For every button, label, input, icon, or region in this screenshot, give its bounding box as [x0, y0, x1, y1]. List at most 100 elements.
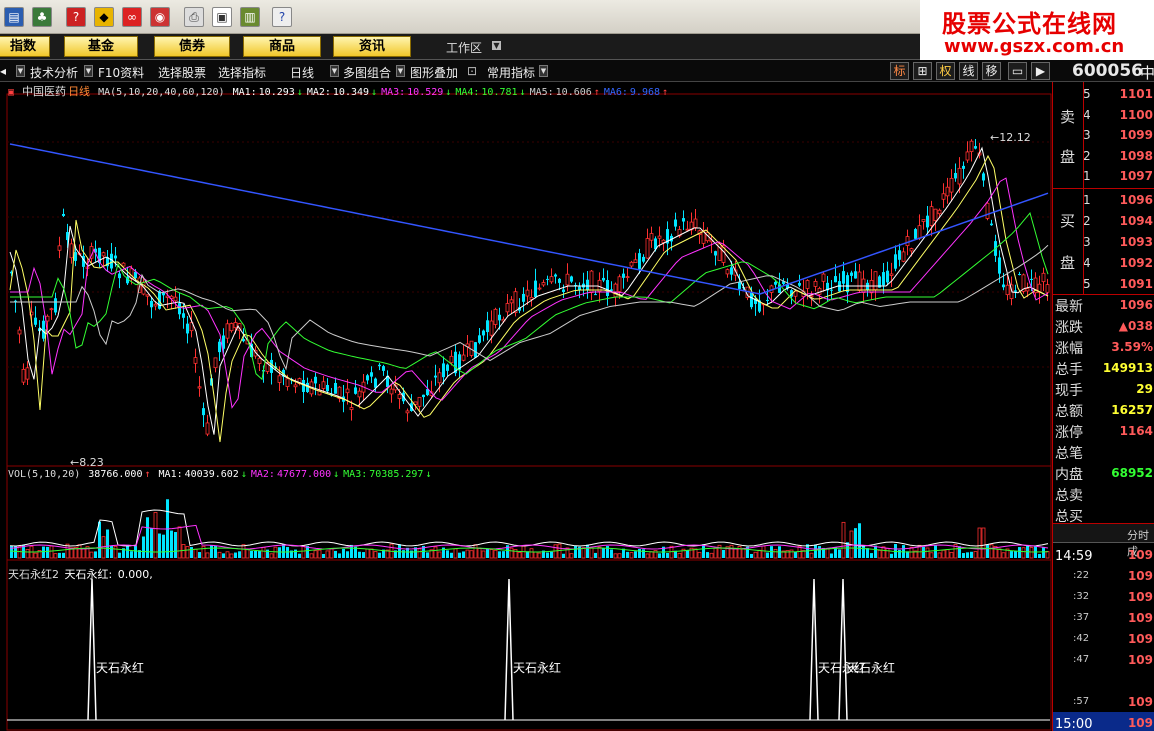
func-daily[interactable]: 日线 [290, 64, 314, 81]
window-icon[interactable]: ▣ [212, 7, 232, 27]
candle-body [509, 299, 514, 304]
candle-body [493, 308, 498, 325]
buy-book-row[interactable]: 5 1091 [1083, 274, 1154, 294]
candle-body [62, 213, 65, 216]
sell-book-row[interactable]: 4 1100 [1083, 105, 1154, 125]
ma-legend-label: MA2: [306, 87, 331, 98]
volume-bar [997, 548, 1002, 559]
sell-book-row[interactable]: 2 1098 [1083, 146, 1154, 166]
candle-body [101, 252, 106, 257]
play-icon[interactable]: ▶ [1031, 62, 1050, 80]
tick-time: :32 [1073, 591, 1090, 602]
buy-book-row[interactable]: 3 1093 [1083, 232, 1154, 252]
volume-bar [286, 547, 289, 558]
alert-icon[interactable]: ? [66, 7, 86, 27]
quote-stat-row: 总手 149913 [1053, 357, 1154, 378]
chart-close-icon[interactable]: ▣ [8, 87, 14, 98]
func-dropdown-icon[interactable]: ▼ [16, 65, 25, 77]
market-icon[interactable]: ▤ [4, 7, 24, 27]
ma-legend-item: MA5: 10.606 ↑ [530, 87, 602, 98]
volume-bar [373, 551, 378, 559]
vol-legend-items: MA1: 40039.602 ↓ MA2: 47677.000 ↓ MA3: 70385.29… [159, 469, 436, 480]
candle-body [225, 323, 230, 339]
menu-fund-button[interactable]: 基金 [64, 36, 138, 57]
sell-book-row[interactable]: 1 1097 [1083, 166, 1154, 186]
func-f10[interactable]: F10资料 [98, 64, 144, 81]
view-mark-button[interactable]: 标 [890, 62, 909, 80]
buy-book-row[interactable]: 2 1094 [1083, 211, 1154, 231]
buy-book-index: 5 [1083, 277, 1091, 291]
func-dropdown-icon[interactable]: ▼ [396, 65, 405, 77]
func-select-indicator[interactable]: 选择指标 [218, 64, 266, 81]
candle-body [277, 375, 282, 383]
menu-commodity-button[interactable]: 商品 [243, 36, 321, 57]
func-dropdown-icon[interactable]: ▼ [84, 65, 93, 77]
chart-tool-icon[interactable]: ♣ [32, 7, 52, 27]
menu-index-button[interactable]: 指数 [0, 36, 50, 57]
candle-body [813, 280, 818, 287]
func-dropdown-icon[interactable]: ▼ [539, 65, 548, 77]
chart-canvas[interactable]: ←12.12←8.23天石永红 天石永红 天石永红天石永红 [0, 82, 1052, 731]
func-multi-chart[interactable]: 多图组合 [343, 64, 391, 81]
candle-body [873, 271, 878, 291]
volume-bar [150, 528, 153, 558]
candle-body [314, 376, 317, 384]
volume-bar [594, 552, 597, 558]
view-line-button[interactable]: 线 [959, 62, 978, 80]
volume-bar [245, 549, 250, 559]
func-prev-icon[interactable]: ◂ [0, 64, 6, 78]
sell-book-row[interactable]: 5 1101 [1083, 84, 1154, 104]
candle-body [417, 396, 422, 407]
link-icon[interactable]: ∞ [122, 7, 142, 27]
banner-url[interactable]: www.gszx.com.cn [944, 36, 1124, 57]
func-dropdown-icon[interactable]: ▼ [330, 65, 339, 77]
volume-bar [325, 550, 330, 559]
menu-info-button[interactable]: 资讯 [333, 36, 411, 57]
buy-book-price: 1094 [1119, 214, 1153, 228]
volume-bar [398, 544, 401, 558]
candle-body [929, 206, 934, 226]
menu-bond-button[interactable]: 债券 [154, 36, 230, 57]
quote-stat-row: 总额 16257 [1053, 399, 1154, 420]
volume-bar [686, 550, 689, 558]
func-tech-analysis[interactable]: 技术分析 [30, 64, 78, 81]
volume-bar [766, 552, 769, 558]
lock-icon[interactable]: ⊡ [467, 64, 477, 78]
buy-book-row[interactable]: 1 1096 [1083, 190, 1154, 210]
volume-bar [42, 546, 45, 558]
volume-bar [193, 548, 198, 559]
volume-bar [81, 548, 86, 559]
volume-bar [846, 542, 849, 558]
bars-icon[interactable]: ▥ [240, 7, 260, 27]
view-rights-button[interactable]: 权 [936, 62, 955, 80]
volume-bar [77, 544, 82, 559]
view-move-button[interactable]: 移 [982, 62, 1001, 80]
sell-book-row[interactable]: 3 1099 [1083, 125, 1154, 145]
workspace-label[interactable]: 工作区 [446, 39, 482, 56]
candle-body [378, 364, 381, 367]
diamond-icon[interactable]: ◆ [94, 7, 114, 27]
func-overlay[interactable]: 图形叠加 [410, 64, 458, 81]
indicator-name: 天石永红2 [8, 568, 59, 581]
candle-body [846, 275, 849, 293]
candle-body [805, 280, 810, 289]
print-icon[interactable]: ⎙ [184, 7, 204, 27]
window-restore-icon[interactable]: ▭ [1008, 62, 1027, 80]
quote-stat-label: 总卖 [1055, 488, 1083, 504]
help-icon[interactable]: ? [272, 7, 292, 27]
candle-body [349, 407, 354, 411]
func-select-stock[interactable]: 选择股票 [158, 64, 206, 81]
workspace-dropdown-icon[interactable]: ▼ [492, 41, 501, 50]
volume-bar [49, 545, 54, 559]
chart-area[interactable]: ←12.12 ←8.23 天石永红 天石永红 天石永红 天石永红 ▣ 中国医药 日线 MA(… [0, 82, 1052, 731]
tick-tab[interactable]: 分时成 [1053, 523, 1154, 558]
stock-name: 中国医药 [22, 85, 67, 98]
candle-body [182, 313, 185, 318]
func-common-indicator[interactable]: 常用指标 [487, 64, 535, 81]
view-grid-button[interactable]: ⊞ [913, 62, 932, 80]
buy-book-row[interactable]: 4 1092 [1083, 253, 1154, 273]
indicator-legend: 天石永红2 天石永红: 0.000, [8, 566, 155, 582]
news-icon[interactable]: ◉ [150, 7, 170, 27]
volume-bar [317, 549, 322, 559]
volume-bar [110, 545, 113, 558]
